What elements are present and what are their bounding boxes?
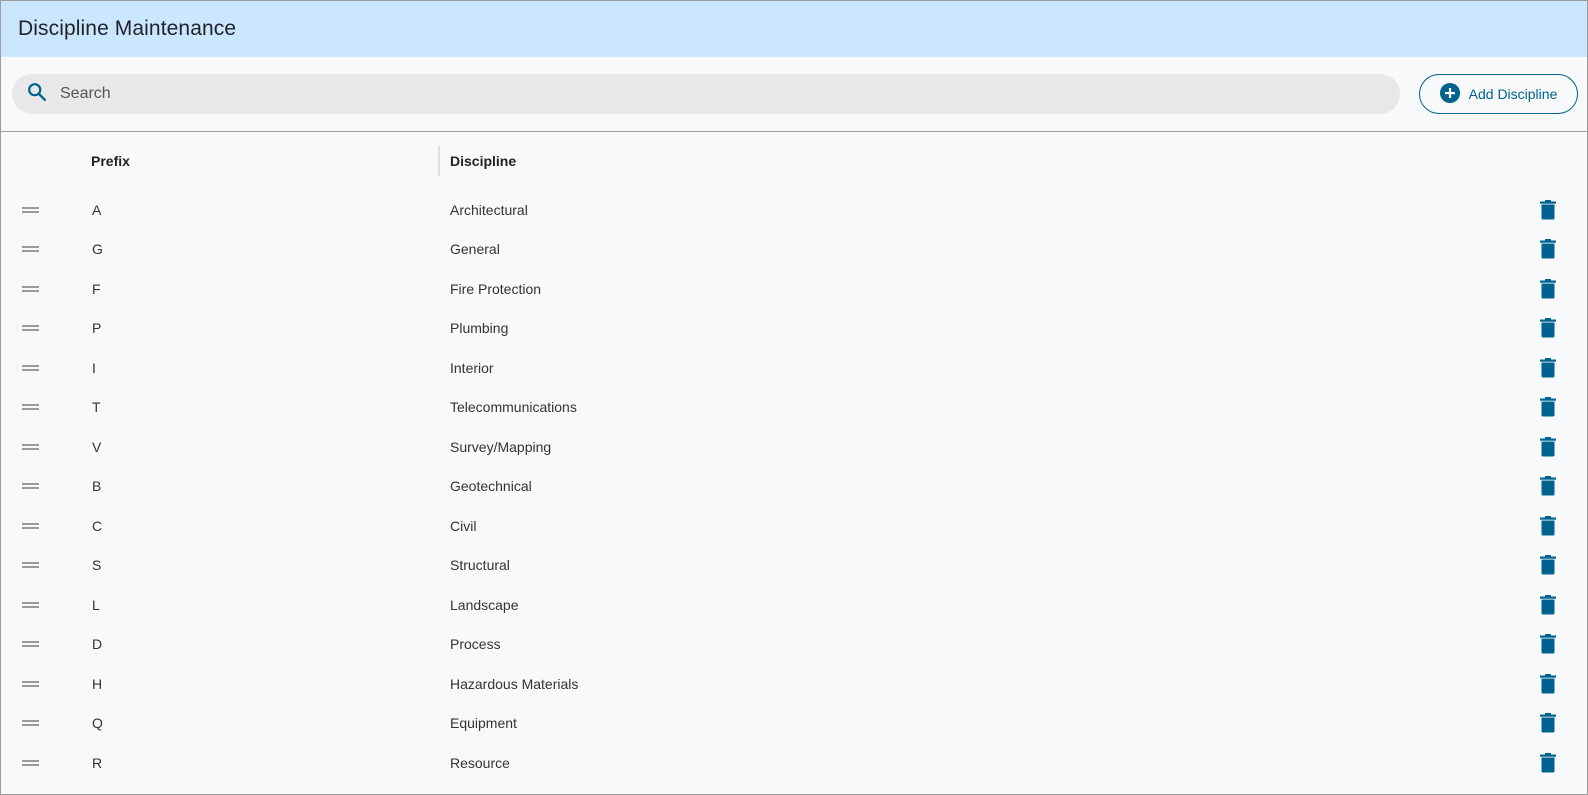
drag-handle-icon[interactable]: [22, 720, 39, 727]
discipline-cell: Resource: [450, 754, 510, 771]
table-row: I Interior: [1, 348, 1587, 388]
table-row: G General: [1, 230, 1587, 270]
trash-icon[interactable]: [1539, 357, 1557, 378]
drag-handle-icon[interactable]: [22, 364, 39, 371]
trash-icon[interactable]: [1539, 634, 1557, 654]
trash-icon[interactable]: [1539, 713, 1557, 733]
discipline-cell: Survey/Mapping: [450, 438, 552, 455]
drag-handle-icon[interactable]: [22, 601, 39, 608]
trash-icon[interactable]: [1539, 515, 1557, 536]
trash-icon[interactable]: [1539, 752, 1557, 773]
discipline-cell: Interior: [450, 359, 494, 376]
drag-handle-icon[interactable]: [22, 483, 39, 490]
drag-handle-icon[interactable]: [22, 641, 39, 648]
discipline-cell: Plumbing: [450, 320, 509, 337]
discipline-cell: Hazardous Materials: [450, 675, 579, 692]
table-row: B Geotechnical: [1, 467, 1587, 507]
discipline-cell: Process: [450, 636, 501, 653]
table-row: P Plumbing: [1, 309, 1587, 349]
prefix-cell: F: [92, 280, 101, 297]
table-row: S Structural: [1, 546, 1587, 586]
discipline-cell: Telecommunications: [450, 399, 577, 416]
search-icon: [26, 81, 48, 108]
drag-handle-icon[interactable]: [22, 404, 39, 411]
discipline-cell: General: [450, 241, 500, 258]
column-header-discipline[interactable]: Discipline: [450, 153, 516, 169]
drag-handle-icon[interactable]: [22, 522, 39, 529]
table-row: R Resource: [1, 743, 1587, 783]
prefix-cell: H: [92, 675, 103, 692]
search-box[interactable]: [12, 74, 1400, 114]
drag-handle-icon[interactable]: [22, 759, 39, 766]
table-header: Prefix Discipline: [1, 132, 1587, 190]
trash-icon[interactable]: [1539, 476, 1557, 496]
drag-handle-icon[interactable]: [22, 285, 39, 292]
prefix-cell: V: [92, 438, 102, 455]
table-row: C Civil: [1, 506, 1587, 546]
table-row: H Hazardous Materials: [1, 664, 1587, 704]
prefix-cell: G: [92, 241, 103, 258]
trash-icon[interactable]: [1539, 555, 1557, 575]
discipline-maintenance-window: Discipline Maintenance Add Discipline Pr…: [0, 0, 1588, 795]
prefix-cell: B: [92, 478, 102, 495]
table-row: D Process: [1, 625, 1587, 665]
discipline-cell: Landscape: [450, 596, 519, 613]
prefix-cell: D: [92, 636, 103, 653]
prefix-cell: T: [92, 399, 101, 416]
discipline-cell: Civil: [450, 517, 477, 534]
table-row: V Survey/Mapping: [1, 427, 1587, 467]
prefix-cell: I: [92, 359, 96, 376]
trash-icon[interactable]: [1539, 594, 1557, 615]
table-row: F Fire Protection: [1, 269, 1587, 309]
column-header-prefix[interactable]: Prefix: [91, 153, 130, 169]
table-row: A Architectural: [1, 190, 1587, 230]
trash-icon[interactable]: [1539, 318, 1557, 338]
drag-handle-icon[interactable]: [22, 325, 39, 332]
drag-handle-icon[interactable]: [22, 443, 39, 450]
search-input[interactable]: [60, 85, 1400, 103]
table-body: A Architectural G General F Fire Protect…: [1, 190, 1587, 783]
trash-icon[interactable]: [1539, 199, 1557, 220]
discipline-cell: Structural: [450, 557, 510, 574]
prefix-cell: P: [92, 320, 102, 337]
prefix-cell: C: [92, 517, 103, 534]
drag-handle-icon[interactable]: [22, 206, 39, 213]
table-row: Q Equipment: [1, 704, 1587, 744]
add-circle-icon: [1439, 82, 1460, 106]
trash-icon[interactable]: [1539, 239, 1557, 259]
discipline-cell: Equipment: [450, 715, 517, 732]
drag-handle-icon[interactable]: [22, 680, 39, 687]
trash-icon[interactable]: [1539, 278, 1557, 299]
add-discipline-label: Add Discipline: [1468, 86, 1558, 102]
discipline-cell: Fire Protection: [450, 280, 542, 297]
trash-icon[interactable]: [1539, 436, 1557, 457]
toolbar: Add Discipline: [1, 57, 1587, 132]
table-row: L Landscape: [1, 585, 1587, 625]
header-bar: Discipline Maintenance: [1, 1, 1587, 57]
prefix-cell: A: [92, 201, 102, 218]
discipline-cell: Geotechnical: [450, 478, 532, 495]
prefix-cell: S: [92, 557, 102, 574]
discipline-table: Prefix Discipline A Architectural G Gene…: [1, 132, 1587, 783]
page-title: Discipline Maintenance: [18, 17, 237, 40]
drag-handle-icon[interactable]: [22, 246, 39, 253]
table-row: T Telecommunications: [1, 388, 1587, 428]
trash-icon[interactable]: [1539, 397, 1557, 417]
discipline-cell: Architectural: [450, 201, 528, 218]
add-discipline-button[interactable]: Add Discipline: [1419, 74, 1578, 114]
trash-icon[interactable]: [1539, 673, 1557, 694]
column-resize-handle[interactable]: [438, 146, 440, 176]
prefix-cell: Q: [92, 715, 103, 732]
prefix-cell: R: [92, 754, 103, 771]
drag-handle-icon[interactable]: [22, 562, 39, 569]
prefix-cell: L: [92, 596, 100, 613]
